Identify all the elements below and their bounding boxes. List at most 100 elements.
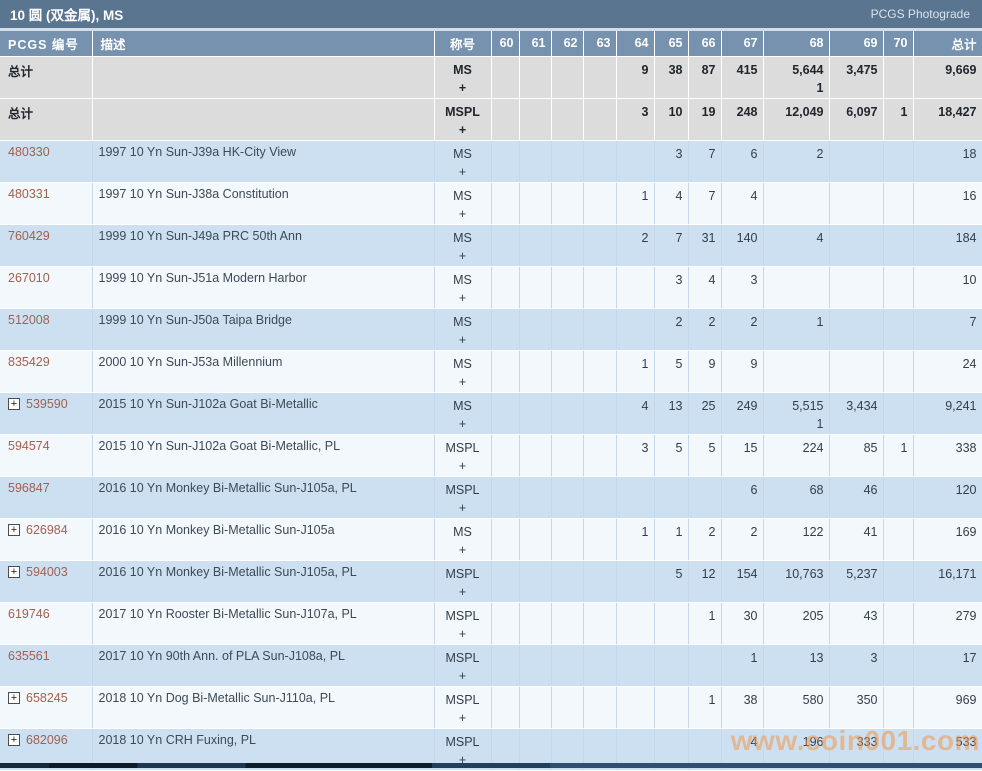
pcgs-number-link[interactable]: 267010 xyxy=(8,271,50,285)
grade-value: 3 xyxy=(870,650,878,665)
grade-value xyxy=(586,61,611,79)
grade-value xyxy=(522,523,546,541)
pcgs-number-link[interactable]: 596847 xyxy=(8,481,50,495)
grade-cell-62 xyxy=(551,350,584,393)
grade-cell-66: 4 xyxy=(688,266,722,309)
total-cell: 7 xyxy=(913,308,982,351)
grade-plus-value xyxy=(766,289,824,307)
col-header-grade-60: 60 xyxy=(491,31,520,57)
grade-plus-value xyxy=(886,499,908,517)
grade-value xyxy=(522,355,546,373)
grade-cell-67: 6 xyxy=(721,140,764,183)
plus-designation-label: + xyxy=(458,122,467,137)
pcgs-number-link[interactable]: 594003 xyxy=(26,565,68,579)
grade-cell-66: 1 xyxy=(688,602,722,645)
pcgs-number-link[interactable]: 835429 xyxy=(8,355,50,369)
table-row: 267010 1999 10 Yn Sun-J51a Modern Harbor M… xyxy=(0,266,982,309)
grade-cell-60 xyxy=(491,476,520,519)
grade-value: 2 xyxy=(641,230,649,245)
grade-value: 30 xyxy=(743,608,758,623)
grade-cell-61 xyxy=(519,224,552,267)
grade-plus-value xyxy=(619,667,649,685)
grade-cell-61 xyxy=(519,182,552,225)
designation-cell: MSPL + xyxy=(434,476,492,519)
grade-cell-60 xyxy=(491,434,520,477)
plus-designation-label: + xyxy=(458,164,467,179)
grade-value: 15 xyxy=(743,440,758,455)
grade-plus-value xyxy=(766,541,824,559)
grade-plus-value xyxy=(586,121,611,139)
grade-value xyxy=(886,271,908,289)
grade-cell-65: 4 xyxy=(654,182,689,225)
grade-cell-65: 5 xyxy=(654,560,689,603)
pcgs-number-link[interactable]: 480330 xyxy=(8,145,50,159)
grade-plus-value xyxy=(832,625,878,643)
pcgs-number-link[interactable]: 512008 xyxy=(8,313,50,327)
grade-value xyxy=(522,103,546,121)
pcgs-number-link[interactable]: 480331 xyxy=(8,187,50,201)
grade-value: 1 xyxy=(900,440,908,455)
grade-value xyxy=(522,649,546,667)
grade-plus-value xyxy=(494,625,514,643)
pcgs-number-cell: 619746 xyxy=(0,602,93,645)
grade-cell-70 xyxy=(883,602,914,645)
grade-value: 2 xyxy=(708,314,716,329)
grade-value: 6 xyxy=(750,146,758,161)
grade-cell-63 xyxy=(583,224,617,267)
col-header-grade-68: 68 xyxy=(763,31,830,57)
table-row: 760429 1999 10 Yn Sun-J49a PRC 50th Ann MS… xyxy=(0,224,982,267)
pcgs-number-link[interactable]: 658245 xyxy=(26,691,68,705)
pcgs-number-link[interactable]: 635561 xyxy=(8,649,50,663)
pcgs-number-link[interactable]: 682096 xyxy=(26,733,68,747)
grade-value xyxy=(494,145,514,163)
grade-cell-65: 2 xyxy=(654,308,689,351)
photograde-link[interactable]: PCGS Photograde xyxy=(871,7,970,21)
grade-cell-65: 5 xyxy=(654,350,689,393)
grade-plus-value xyxy=(886,625,908,643)
grade-cell-63 xyxy=(583,98,617,141)
grade-cell-63 xyxy=(583,560,617,603)
grade-plus-value xyxy=(657,247,683,265)
grade-plus-value xyxy=(766,457,824,475)
grade-value xyxy=(494,397,514,415)
grade-value: 196 xyxy=(802,734,824,749)
description-cell: 2015 10 Yn Sun-J102a Goat Bi-Metallic, P… xyxy=(92,434,435,477)
grade-plus-value xyxy=(586,205,611,223)
grade-cell-61 xyxy=(519,98,552,141)
expand-icon[interactable]: + xyxy=(8,733,20,746)
pcgs-number-link[interactable]: 626984 xyxy=(26,523,68,537)
designation-label: MS xyxy=(453,188,472,203)
grade-value: 5 xyxy=(675,440,683,455)
grade-value xyxy=(554,355,578,373)
expand-icon[interactable]: + xyxy=(8,523,20,536)
grade-plus-value xyxy=(886,121,908,139)
grade-cell-63 xyxy=(583,266,617,309)
grade-plus-value xyxy=(886,709,908,727)
total-label: 总计 xyxy=(8,64,34,79)
pcgs-number-link[interactable]: 539590 xyxy=(26,397,68,411)
expand-icon[interactable]: + xyxy=(8,397,20,410)
pcgs-number-link[interactable]: 760429 xyxy=(8,229,50,243)
grade-value: 1 xyxy=(641,356,649,371)
grade-plus-value xyxy=(619,415,649,433)
pcgs-number-link[interactable]: 619746 xyxy=(8,607,50,621)
description-cell: 1999 10 Yn Sun-J51a Modern Harbor xyxy=(92,266,435,309)
description-cell: 2016 10 Yn Monkey Bi-Metallic Sun-J105a,… xyxy=(92,560,435,603)
expand-icon[interactable]: + xyxy=(8,565,20,578)
plus-designation-label: + xyxy=(458,542,467,557)
grade-value xyxy=(886,229,908,247)
grade-value xyxy=(886,691,908,709)
grade-value: 4 xyxy=(750,188,758,203)
col-header-grade-61: 61 xyxy=(519,31,552,57)
grade-plus-value xyxy=(691,289,716,307)
designation-cell: MS + xyxy=(434,518,492,561)
grade-plus-value xyxy=(619,289,649,307)
table-row: 835429 2000 10 Yn Sun-J53a Millennium MS + … xyxy=(0,350,982,393)
expand-icon[interactable]: + xyxy=(8,691,20,704)
grade-plus-value xyxy=(832,709,878,727)
grade-value xyxy=(522,187,546,205)
grade-value xyxy=(494,607,514,625)
grade-value: 122 xyxy=(802,524,824,539)
pcgs-number-link[interactable]: 594574 xyxy=(8,439,50,453)
grade-value xyxy=(586,523,611,541)
